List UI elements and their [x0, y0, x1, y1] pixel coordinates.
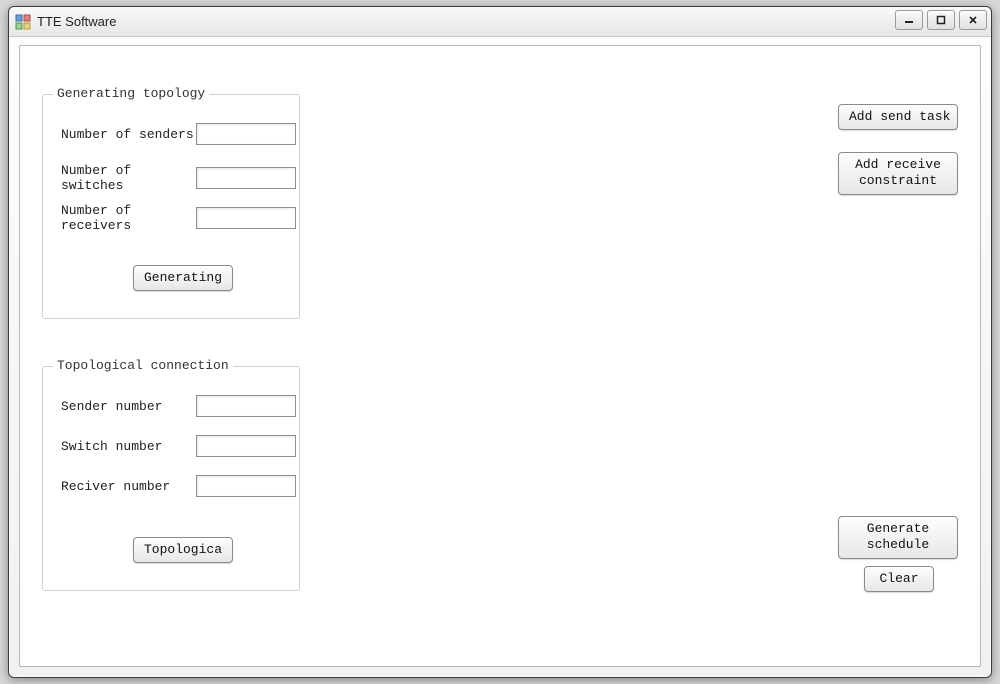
app-icon [15, 14, 31, 30]
topological-connection-legend: Topological connection [53, 358, 233, 373]
window-controls [895, 10, 987, 30]
receiver-number-input[interactable] [196, 475, 296, 497]
add-receive-constraint-button[interactable]: Add receive constraint [838, 152, 958, 195]
receiver-number-label: Reciver number [61, 479, 196, 494]
generating-button[interactable]: Generating [133, 265, 233, 291]
sender-number-label: Sender number [61, 399, 196, 414]
topological-connection-group: Topological connection Sender number Swi… [42, 366, 300, 591]
client-area: Generating topology Number of senders Nu… [19, 45, 981, 667]
clear-button[interactable]: Clear [864, 566, 934, 592]
row-switch-number: Switch number [61, 435, 296, 457]
generating-topology-legend: Generating topology [53, 86, 209, 101]
sender-number-input[interactable] [196, 395, 296, 417]
row-sender-number: Sender number [61, 395, 296, 417]
number-of-senders-label: Number of senders [61, 127, 196, 142]
switch-number-label: Switch number [61, 439, 196, 454]
row-number-of-switches: Number of switches [61, 163, 296, 193]
generate-schedule-button[interactable]: Generate schedule [838, 516, 958, 559]
app-window: TTE Software Generating topology Number … [8, 6, 992, 678]
add-send-task-button[interactable]: Add send task [838, 104, 958, 130]
number-of-switches-label: Number of switches [61, 163, 196, 193]
switch-number-input[interactable] [196, 435, 296, 457]
row-number-of-receivers: Number of receivers [61, 203, 296, 233]
number-of-senders-input[interactable] [196, 123, 296, 145]
titlebar: TTE Software [9, 7, 991, 37]
row-number-of-senders: Number of senders [61, 123, 296, 145]
generating-topology-group: Generating topology Number of senders Nu… [42, 94, 300, 319]
number-of-receivers-input[interactable] [196, 207, 296, 229]
number-of-switches-input[interactable] [196, 167, 296, 189]
close-button[interactable] [959, 10, 987, 30]
row-receiver-number: Reciver number [61, 475, 296, 497]
topologica-button[interactable]: Topologica [133, 537, 233, 563]
minimize-button[interactable] [895, 10, 923, 30]
window-title: TTE Software [37, 14, 116, 29]
maximize-button[interactable] [927, 10, 955, 30]
number-of-receivers-label: Number of receivers [61, 203, 196, 233]
